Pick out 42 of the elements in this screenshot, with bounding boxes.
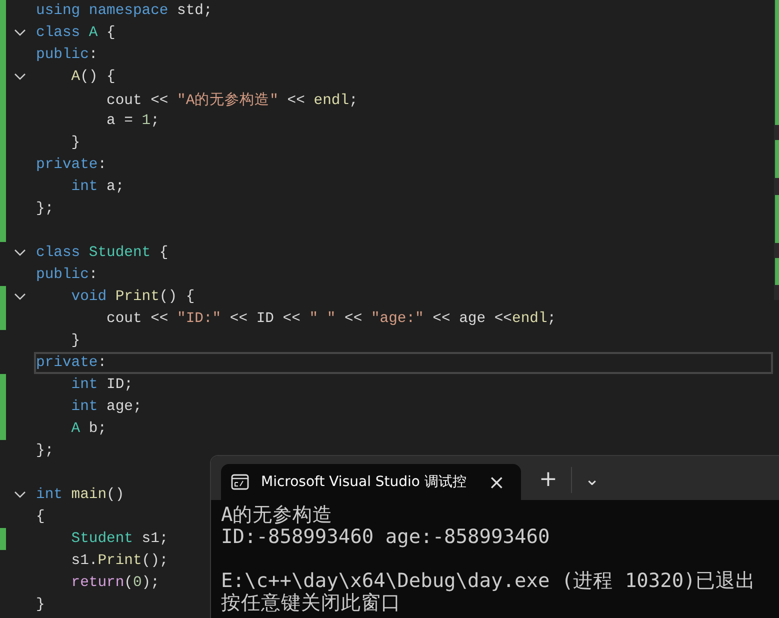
code-line: public: bbox=[36, 267, 98, 283]
code-line: a = 1; bbox=[106, 113, 160, 129]
code-line: { bbox=[36, 509, 45, 525]
terminal-icon bbox=[231, 474, 249, 490]
console-output-line: ID:-858993460 age:-858993460 bbox=[221, 526, 551, 548]
collapse-icon[interactable] bbox=[14, 29, 26, 37]
terminal-tab[interactable]: Microsoft Visual Studio 调试控 × bbox=[221, 464, 521, 500]
code-line: }; bbox=[36, 201, 54, 217]
new-tab-button[interactable]: + bbox=[533, 466, 564, 494]
code-line: private: bbox=[36, 157, 107, 173]
code-line: Student s1; bbox=[70, 531, 168, 547]
code-line: void Print() { bbox=[70, 289, 195, 305]
close-tab-button[interactable]: × bbox=[482, 472, 511, 492]
code-line: cout << "ID:" << ID << " " << "age:" << age <<endl; bbox=[106, 311, 556, 327]
code-line: }; bbox=[36, 443, 54, 459]
code-line: } bbox=[70, 333, 80, 349]
code-line: } bbox=[36, 597, 45, 613]
overview-scrollbar[interactable] bbox=[774, 0, 779, 300]
code-line: A() { bbox=[70, 69, 116, 85]
code-line: private: bbox=[36, 355, 107, 371]
code-line: A b; bbox=[70, 421, 107, 437]
code-line: public: bbox=[36, 47, 98, 63]
code-line: } bbox=[70, 135, 80, 151]
code-line: s1.Print(); bbox=[70, 553, 168, 569]
code-line: class Student { bbox=[36, 245, 168, 261]
collapse-icon[interactable] bbox=[14, 491, 26, 499]
console-output-line: A的无参构造 bbox=[221, 504, 334, 526]
console-output-line: 按任意键关闭此窗口 bbox=[221, 592, 401, 614]
dropdown-button[interactable]: ⌄ bbox=[578, 466, 606, 494]
console-output-line: E:\c++\day\x64\Debug\day.exe (进程 10320)已退出 bbox=[221, 568, 756, 592]
collapse-icon[interactable] bbox=[14, 293, 26, 301]
code-line: int ID; bbox=[70, 377, 133, 393]
collapse-icon[interactable] bbox=[14, 73, 26, 81]
code-line: int a; bbox=[70, 179, 124, 195]
code-line: cout << "A的无参构造" << endl; bbox=[106, 91, 358, 108]
code-line: int age; bbox=[70, 399, 142, 415]
code-line: using namespace std; bbox=[36, 3, 212, 19]
code-line: class A { bbox=[36, 25, 116, 41]
code-line: return(0); bbox=[70, 575, 160, 591]
tab-title: Microsoft Visual Studio 调试控 bbox=[261, 473, 468, 491]
collapse-icon[interactable] bbox=[14, 249, 26, 257]
code-line: int main() bbox=[36, 487, 124, 503]
